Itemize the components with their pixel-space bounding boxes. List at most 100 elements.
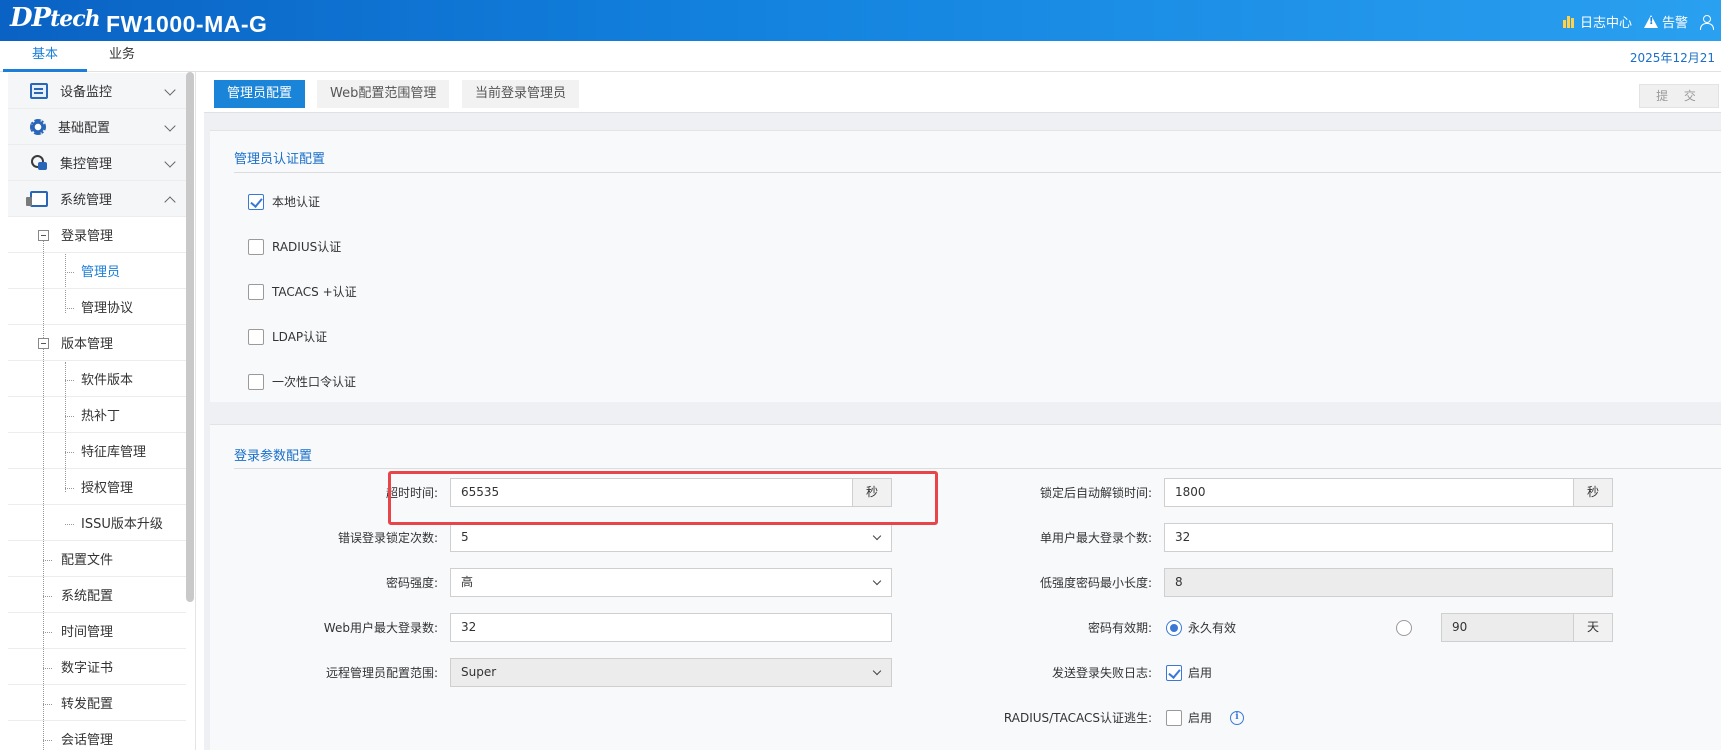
forever-valid-radio[interactable] bbox=[1166, 620, 1182, 636]
log-center-link[interactable]: 日志中心 bbox=[1562, 12, 1632, 31]
sidebar-item-label: 基础配置 bbox=[58, 121, 111, 136]
tacacs-auth-checkbox[interactable] bbox=[248, 283, 264, 300]
sidebar-item-mgmt-protocol[interactable]: 管理协议 bbox=[8, 289, 186, 325]
sidebar-item-label: 登录管理 bbox=[61, 229, 114, 244]
submit-button[interactable]: 提 交 bbox=[1639, 84, 1719, 108]
user-menu[interactable] bbox=[1700, 14, 1714, 30]
sidebar-item-label: 数字证书 bbox=[61, 661, 114, 676]
radius-escape-checkbox[interactable] bbox=[1166, 710, 1182, 726]
pwd-strength-value: 高 bbox=[461, 575, 474, 589]
alarm-link[interactable]: 告警 bbox=[1643, 12, 1688, 31]
cluster-icon bbox=[30, 154, 48, 171]
sidebar-item-label: 授权管理 bbox=[81, 481, 134, 496]
tab-web-config-scope[interactable]: Web配置范围管理 bbox=[317, 80, 450, 108]
unlock-time-input[interactable]: 1800 秒 bbox=[1164, 478, 1613, 507]
sidebar-item-label: 管理员 bbox=[81, 265, 121, 280]
app-header: DPtech FW1000-MA-G 日志中心 告警 bbox=[0, 0, 1721, 41]
sidebar-item-config-file[interactable]: 配置文件 bbox=[8, 541, 186, 577]
option-label: LDAP认证 bbox=[272, 330, 328, 344]
system-icon bbox=[26, 190, 48, 207]
logo-tail: tech bbox=[50, 6, 101, 32]
user-max-input[interactable]: 32 bbox=[1164, 523, 1613, 552]
collapse-icon[interactable] bbox=[38, 230, 49, 241]
sidebar-item-administrator[interactable]: 管理员 bbox=[8, 253, 186, 289]
sidebar-item-version-mgmt[interactable]: 版本管理 bbox=[8, 325, 186, 361]
user-icon bbox=[1700, 14, 1714, 30]
valid-days-input[interactable]: 90 天 bbox=[1441, 613, 1613, 642]
option-label: 本地认证 bbox=[272, 195, 321, 209]
timeout-input[interactable]: 65535 秒 bbox=[450, 478, 892, 507]
sidebar-item-device-monitor[interactable]: 设备监控 bbox=[8, 73, 186, 109]
remote-scope-label: 远程管理员配置范围: bbox=[325, 666, 438, 680]
sidebar-item-login-mgmt[interactable]: 登录管理 bbox=[8, 217, 186, 253]
sidebar-item-issu-upgrade[interactable]: ISSU版本升级 bbox=[8, 505, 186, 541]
lock-count-select[interactable]: 5 bbox=[450, 523, 892, 552]
sidebar-item-cluster-mgmt[interactable]: 集控管理 bbox=[8, 145, 186, 181]
tacacs-auth-option[interactable]: TACACS +认证 bbox=[248, 283, 357, 300]
sidebar-item-label: 转发配置 bbox=[61, 697, 114, 712]
sidebar-item-license-mgmt[interactable]: 授权管理 bbox=[8, 469, 186, 505]
system-date: 2025年12月21 bbox=[1629, 51, 1715, 65]
local-auth-option[interactable]: 本地认证 bbox=[248, 193, 320, 210]
auth-config-panel: 管理员认证配置 本地认证 RADIUS认证 TACACS +认证 LDAP认证 … bbox=[210, 130, 1721, 402]
sidebar-item-basic-config[interactable]: 基础配置 bbox=[8, 109, 186, 145]
sidebar-item-label: 配置文件 bbox=[61, 553, 114, 568]
sidebar-item-session-mgmt[interactable]: 会话管理 bbox=[8, 721, 186, 750]
tab-admin-config[interactable]: 管理员配置 bbox=[214, 80, 306, 108]
chevron-down-icon bbox=[872, 666, 882, 676]
user-max-value: 32 bbox=[1175, 530, 1191, 544]
info-icon[interactable]: i bbox=[1230, 711, 1244, 725]
fail-log-checkbox[interactable] bbox=[1166, 665, 1182, 681]
pwd-strength-select[interactable]: 高 bbox=[450, 568, 892, 597]
sidebar-item-label: 时间管理 bbox=[61, 625, 114, 640]
radius-auth-checkbox[interactable] bbox=[248, 238, 264, 255]
unlock-time-label: 锁定后自动解锁时间: bbox=[1039, 486, 1152, 500]
sidebar-scrollbar[interactable] bbox=[186, 72, 194, 602]
web-max-input[interactable]: 32 bbox=[450, 613, 892, 642]
otp-auth-checkbox[interactable] bbox=[248, 373, 264, 390]
ldap-auth-option[interactable]: LDAP认证 bbox=[248, 328, 327, 345]
sidebar-item-signature-db[interactable]: 特征库管理 bbox=[8, 433, 186, 469]
main-content: 管理员配置 Web配置范围管理 当前登录管理员 提 交 管理员认证配置 本地认证… bbox=[204, 72, 1721, 750]
sidebar-item-label: 集控管理 bbox=[60, 157, 113, 172]
web-max-label: Web用户最大登录数: bbox=[323, 621, 438, 635]
chevron-down-icon bbox=[872, 531, 882, 541]
logo-main: DP bbox=[10, 3, 51, 33]
min-len-label: 低强度密码最小长度: bbox=[1039, 576, 1152, 590]
sidebar-item-label: ISSU版本升级 bbox=[81, 517, 163, 532]
sidebar-item-hotfix[interactable]: 热补丁 bbox=[8, 397, 186, 433]
chevron-down-icon bbox=[164, 120, 176, 132]
collapse-icon[interactable] bbox=[38, 338, 49, 349]
local-auth-checkbox[interactable] bbox=[248, 193, 264, 210]
top-tab-bar: 基本 业务 2025年12月21 bbox=[0, 41, 1721, 72]
ldap-auth-checkbox[interactable] bbox=[248, 328, 264, 345]
radius-auth-option[interactable]: RADIUS认证 bbox=[248, 238, 341, 255]
monitor-icon bbox=[30, 82, 48, 99]
fail-log-label: 发送登录失败日志: bbox=[1051, 666, 1152, 680]
sidebar-item-certificate[interactable]: 数字证书 bbox=[8, 649, 186, 685]
login-panel-title: 登录参数配置 bbox=[234, 449, 313, 464]
remote-scope-select[interactable]: Super bbox=[450, 658, 892, 687]
tab-basic[interactable]: 基本 bbox=[3, 41, 87, 72]
device-model: FW1000-MA-G bbox=[106, 11, 268, 37]
otp-auth-option[interactable]: 一次性口令认证 bbox=[248, 373, 356, 390]
warning-icon bbox=[1643, 15, 1658, 28]
sidebar-item-software-version[interactable]: 软件版本 bbox=[8, 361, 186, 397]
gear-icon bbox=[30, 118, 46, 135]
sidebar-item-system-config[interactable]: 系统配置 bbox=[8, 577, 186, 613]
tab-business[interactable]: 业务 bbox=[80, 41, 164, 72]
chevron-down-icon bbox=[164, 156, 176, 168]
sidebar-item-forwarding[interactable]: 转发配置 bbox=[8, 685, 186, 721]
alarm-label: 告警 bbox=[1661, 16, 1688, 31]
valid-days-value: 90 bbox=[1452, 620, 1468, 634]
sidebar-item-label: 系统管理 bbox=[60, 193, 113, 208]
user-max-label: 单用户最大登录个数: bbox=[1039, 531, 1152, 545]
tab-current-admins[interactable]: 当前登录管理员 bbox=[462, 80, 580, 108]
days-valid-radio[interactable] bbox=[1396, 620, 1412, 636]
sidebar-item-system-mgmt[interactable]: 系统管理 bbox=[8, 181, 186, 217]
sidebar-item-time-mgmt[interactable]: 时间管理 bbox=[8, 613, 186, 649]
chevron-down-icon bbox=[872, 576, 882, 586]
min-len-input[interactable]: 8 bbox=[1164, 568, 1613, 597]
option-label: RADIUS认证 bbox=[272, 240, 342, 254]
valid-days-unit: 天 bbox=[1573, 613, 1613, 642]
